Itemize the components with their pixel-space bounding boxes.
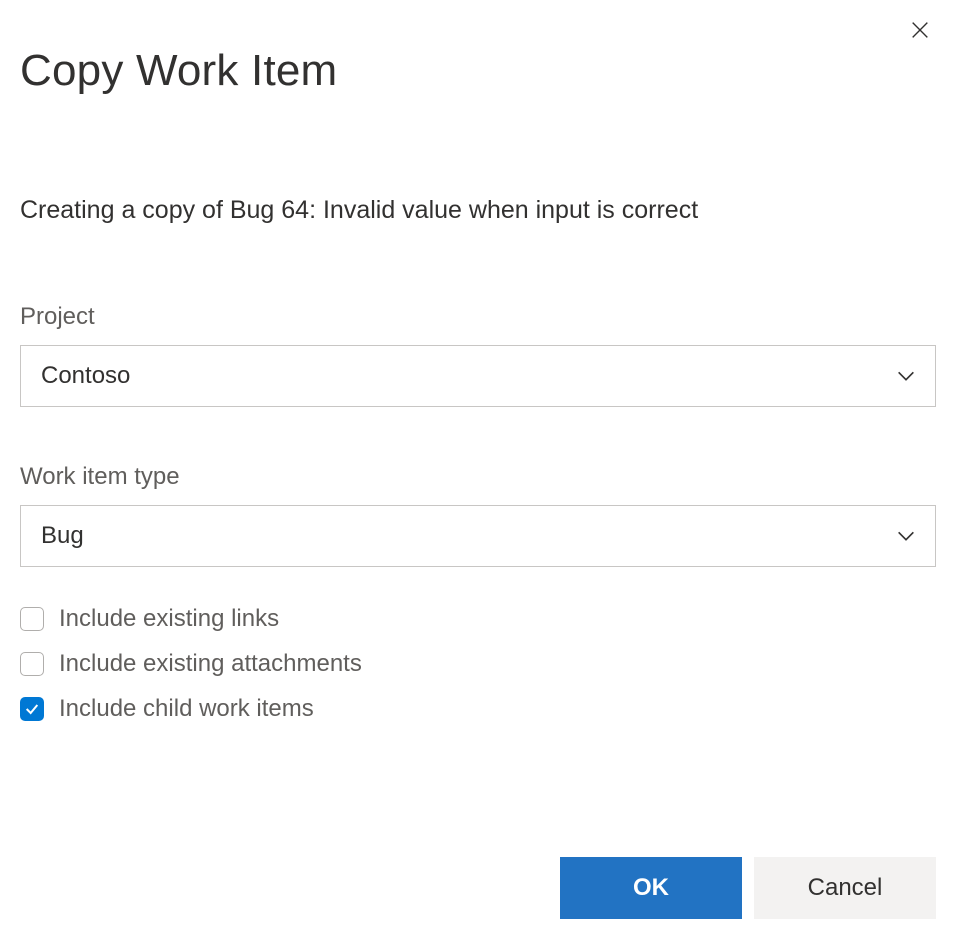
options-group: Include existing links Include existing … [20, 605, 936, 723]
ok-button[interactable]: OK [560, 857, 742, 919]
checkbox-box-icon [20, 607, 44, 631]
include-attachments-checkbox[interactable]: Include existing attachments [20, 650, 936, 678]
work-item-type-dropdown[interactable]: Bug [20, 505, 936, 567]
project-label: Project [20, 303, 936, 331]
cancel-button[interactable]: Cancel [754, 857, 936, 919]
chevron-down-icon [895, 365, 917, 387]
chevron-down-icon [895, 525, 917, 547]
checkbox-box-icon [20, 652, 44, 676]
include-attachments-label: Include existing attachments [59, 650, 362, 678]
checkbox-box-checked-icon [20, 697, 44, 721]
work-item-type-field-group: Work item type Bug [20, 463, 936, 567]
dialog-button-row: OK Cancel [560, 857, 936, 919]
dialog-title: Copy Work Item [20, 46, 936, 96]
include-links-label: Include existing links [59, 605, 279, 633]
include-child-items-checkbox[interactable]: Include child work items [20, 695, 936, 723]
work-item-type-dropdown-value: Bug [41, 522, 84, 550]
project-field-group: Project Contoso [20, 303, 936, 407]
project-dropdown[interactable]: Contoso [20, 345, 936, 407]
project-dropdown-value: Contoso [41, 362, 130, 390]
close-icon [909, 19, 931, 46]
include-child-items-label: Include child work items [59, 695, 314, 723]
close-button[interactable] [906, 18, 934, 46]
dialog-subtitle: Creating a copy of Bug 64: Invalid value… [20, 196, 936, 225]
work-item-type-label: Work item type [20, 463, 936, 491]
include-links-checkbox[interactable]: Include existing links [20, 605, 936, 633]
